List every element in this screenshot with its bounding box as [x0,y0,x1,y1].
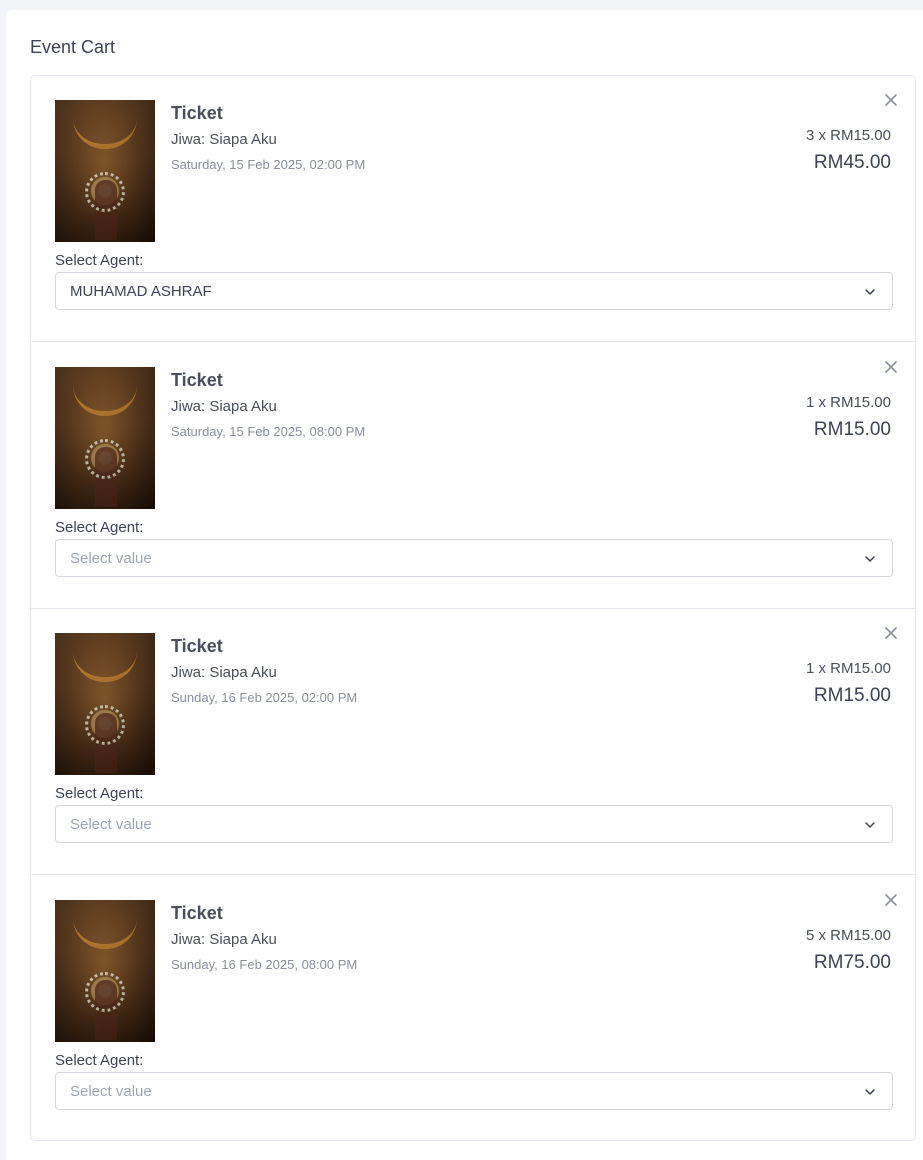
agent-select-placeholder: Select value [70,550,152,567]
select-agent-label: Select Agent: [55,519,144,536]
event-cart-panel: Event Cart Ticket Jiwa: Siapa Aku Saturd… [6,10,923,1160]
agent-select[interactable]: Select value [55,1072,893,1110]
chevron-down-icon [864,553,876,565]
event-datetime: Sunday, 16 Feb 2025, 02:00 PM [171,690,358,705]
cart-item-list: Ticket Jiwa: Siapa Aku Saturday, 15 Feb … [30,75,916,1141]
event-name: Jiwa: Siapa Aku [171,398,277,415]
event-poster-image [55,900,155,1042]
event-name: Jiwa: Siapa Aku [171,664,277,681]
close-icon [885,361,897,373]
close-icon [885,94,897,106]
agent-select-value: MUHAMAD ASHRAF [70,283,212,300]
event-name: Jiwa: Siapa Aku [171,131,277,148]
event-datetime: Sunday, 16 Feb 2025, 08:00 PM [171,957,358,972]
quantity-price: 3 x RM15.00 [805,127,891,144]
quantity-price: 1 x RM15.00 [805,394,891,411]
panel-title: Event Cart [30,37,116,57]
item-total: RM15.00 [813,685,891,706]
remove-item-button[interactable] [884,360,898,374]
agent-select-placeholder: Select value [70,816,152,833]
agent-select[interactable]: Select value [55,805,893,843]
cart-item: Ticket Jiwa: Siapa Aku Saturday, 15 Feb … [31,343,915,609]
chevron-down-icon [864,286,876,298]
event-poster-image [55,100,155,242]
agent-select[interactable]: Select value [55,539,893,577]
agent-select-placeholder: Select value [70,1083,152,1100]
select-agent-label: Select Agent: [55,1052,144,1069]
select-agent-label: Select Agent: [55,252,144,269]
remove-item-button[interactable] [884,93,898,107]
item-total: RM45.00 [813,152,891,173]
item-title: Ticket [171,636,223,656]
select-agent-label: Select Agent: [55,785,144,802]
item-total: RM75.00 [813,952,891,973]
item-title: Ticket [171,370,223,390]
chevron-down-icon [864,819,876,831]
event-name: Jiwa: Siapa Aku [171,931,277,948]
cart-item: Ticket Jiwa: Siapa Aku Sunday, 16 Feb 20… [31,876,915,1142]
chevron-down-icon [864,1086,876,1098]
event-datetime: Saturday, 15 Feb 2025, 08:00 PM [171,424,366,439]
agent-select[interactable]: MUHAMAD ASHRAF [55,272,893,310]
item-title: Ticket [171,103,223,123]
quantity-price: 1 x RM15.00 [805,660,891,677]
event-poster-image [55,367,155,509]
close-icon [885,894,897,906]
cart-item: Ticket Jiwa: Siapa Aku Sunday, 16 Feb 20… [31,609,915,875]
quantity-price: 5 x RM15.00 [805,927,891,944]
close-icon [885,627,897,639]
cart-item: Ticket Jiwa: Siapa Aku Saturday, 15 Feb … [31,76,915,342]
item-total: RM15.00 [813,419,891,440]
event-poster-image [55,633,155,775]
item-title: Ticket [171,903,223,923]
remove-item-button[interactable] [884,893,898,907]
remove-item-button[interactable] [884,626,898,640]
event-datetime: Saturday, 15 Feb 2025, 02:00 PM [171,157,366,172]
